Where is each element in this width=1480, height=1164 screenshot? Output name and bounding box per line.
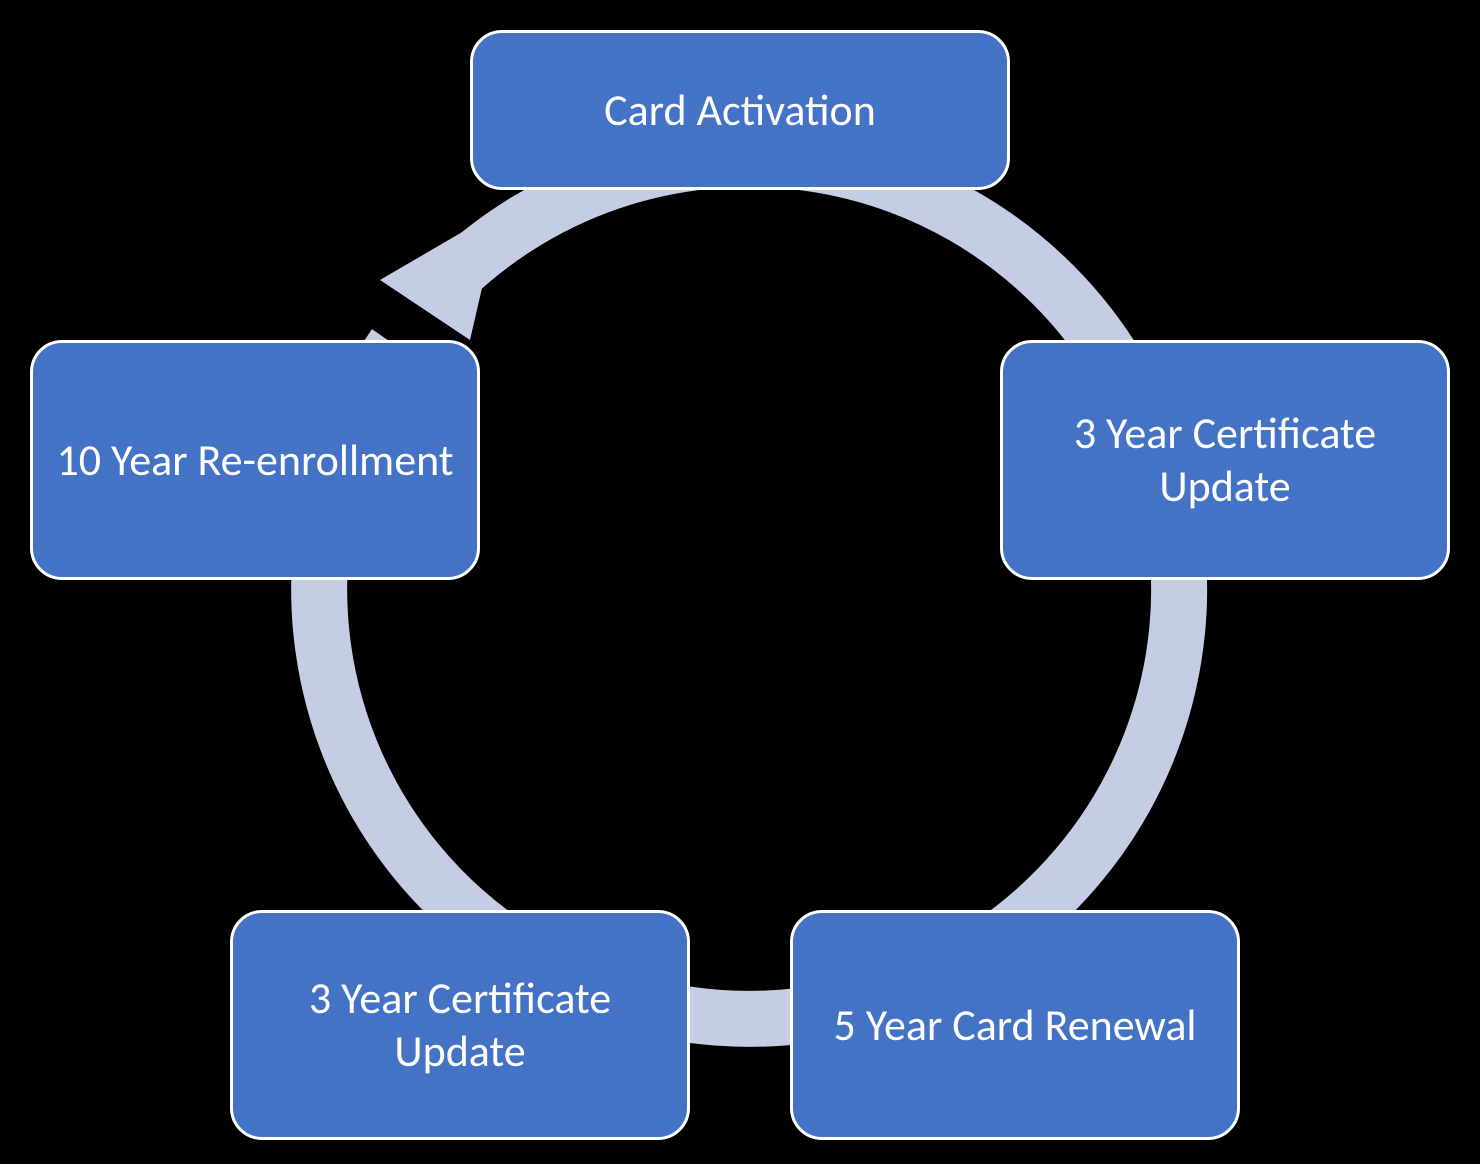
node-label: 5 Year Card Renewal — [833, 999, 1196, 1052]
node-cert-update-3yr-a: 3 Year Certificate Update — [1000, 340, 1450, 580]
cycle-diagram: Card Activation 3 Year Certificate Updat… — [0, 0, 1480, 1164]
node-label: 3 Year Certificate Update — [1023, 407, 1427, 513]
node-card-activation: Card Activation — [470, 30, 1010, 190]
node-re-enrollment-10yr: 10 Year Re-enrollment — [30, 340, 480, 580]
cycle-arrowhead-icon — [380, 210, 500, 340]
node-label: Card Activation — [604, 84, 876, 137]
node-label: 10 Year Re-enrollment — [56, 434, 453, 487]
node-cert-update-3yr-b: 3 Year Certificate Update — [230, 910, 690, 1140]
node-card-renewal-5yr: 5 Year Card Renewal — [790, 910, 1240, 1140]
node-label: 3 Year Certificate Update — [253, 972, 667, 1078]
